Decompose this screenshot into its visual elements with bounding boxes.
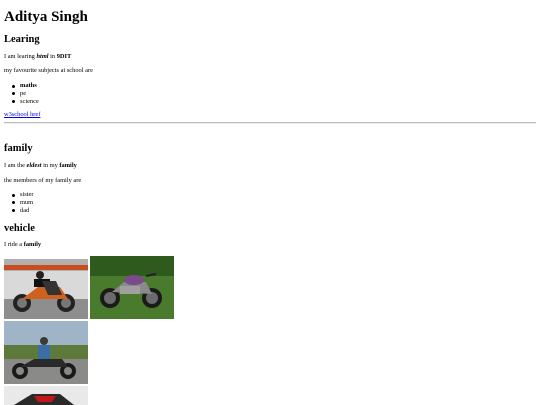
list-item: mum: [12, 199, 34, 207]
family-strong: family: [59, 162, 77, 169]
link-paragraph: w3school href: [4, 111, 40, 118]
section-title-family: family: [4, 143, 33, 154]
divider: [4, 122, 536, 124]
list-item: science: [12, 98, 39, 106]
subject-maths: maths: [20, 82, 37, 89]
members-intro: the members of my family are: [4, 177, 82, 184]
list-item: maths: [12, 82, 39, 90]
subject-science: science: [20, 97, 39, 105]
w3school-link[interactable]: w3school href: [4, 111, 40, 118]
section-title-learning: Learing: [4, 34, 40, 45]
learning-text-mid: in: [48, 53, 57, 60]
vehicle-sentence: I ride a family: [4, 241, 41, 248]
motorcycle-photo-orange: [4, 259, 88, 319]
motorcycle-photo-grass: [90, 256, 174, 319]
list-item: dad: [12, 207, 34, 215]
member-sister: sister: [20, 191, 34, 198]
motorcycle-photo-cruiser: [4, 321, 88, 384]
member-dad: dad: [20, 206, 30, 214]
vehicle-text-pre: I ride a: [4, 241, 24, 248]
learning-text-pre: I am learing: [4, 53, 37, 60]
family-emphasis: eldest: [26, 162, 42, 169]
members-list: sister mum dad: [12, 191, 34, 214]
motorcycle-cruiser-icon: [4, 321, 88, 384]
subjects-intro: my favourite subjects at school are: [4, 67, 93, 74]
motorcycle-orange-icon: [4, 259, 88, 319]
vehicle-strong: family: [23, 241, 42, 248]
motorcycle-grass-icon: [90, 256, 174, 319]
section-title-vehicle: vehicle: [4, 223, 35, 234]
page-title: Aditya Singh: [4, 9, 88, 25]
learning-sentence: I am learing html in 9DIT: [4, 53, 71, 60]
family-sentence: I am the eldest in my family: [4, 162, 77, 169]
list-item: sister: [12, 191, 34, 199]
motorcycle-photo-red: [4, 386, 88, 405]
family-text-mid: in my: [41, 162, 60, 169]
subjects-list: maths pe science: [12, 82, 39, 105]
subject-pe: pe: [20, 89, 27, 97]
family-text-pre: I am the: [4, 162, 27, 169]
list-item: pe: [12, 90, 39, 98]
motorcycle-red-icon: [4, 386, 88, 405]
member-mum: mum: [20, 198, 34, 206]
learning-strong: 9DIT: [56, 53, 72, 60]
learning-emphasis: html: [36, 53, 49, 60]
